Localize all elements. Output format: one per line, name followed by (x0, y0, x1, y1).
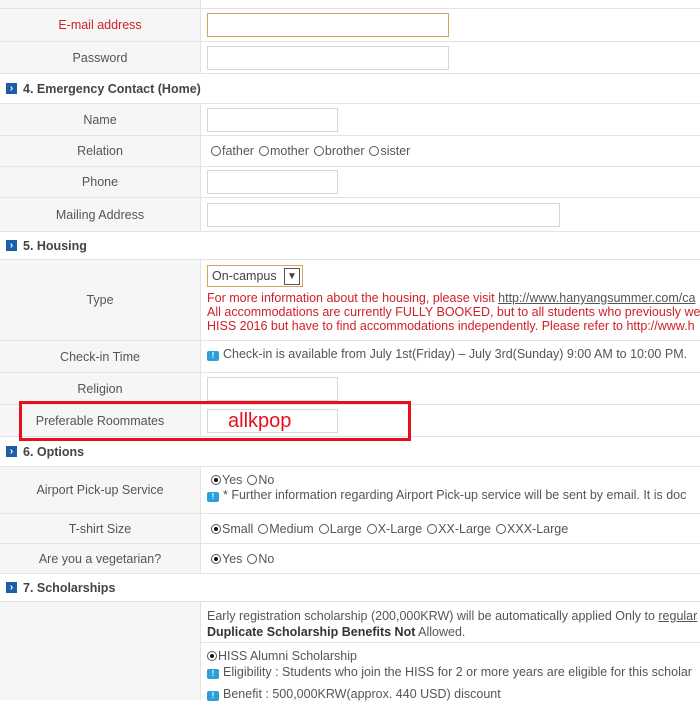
airport-label: Airport Pick-up Service (0, 467, 201, 513)
duplicate-bold-text: Duplicate Scholarship Benefits Not (207, 625, 416, 639)
vegetarian-row: Are you a vegetarian? Yes No (0, 544, 700, 574)
info-icon: ! (207, 492, 219, 502)
religion-label: Religion (0, 373, 201, 404)
tshirt-xlarge-radio[interactable]: X-Large (366, 522, 422, 536)
name-input[interactable] (207, 107, 338, 132)
email-row: E-mail address (0, 9, 700, 42)
vegetarian-yes-radio[interactable]: Yes (211, 552, 242, 566)
tshirt-row: T-shirt Size Small Medium Large X-Large … (0, 514, 700, 544)
airport-row: Airport Pick-up Service Yes No ! * Further… (0, 467, 700, 514)
chevron-down-icon: ▼ (284, 267, 300, 285)
tshirt-xxlarge-radio[interactable]: XX-Large (427, 522, 491, 536)
section-title: 7. Scholarships (23, 580, 116, 595)
mailing-label: Mailing Address (0, 198, 201, 231)
tshirt-medium-radio[interactable]: Medium (258, 522, 314, 536)
section-title: 6. Options (23, 444, 85, 459)
checkin-label: Check-in Time (0, 341, 201, 372)
scholarship-row: Early registration scholarship (200,000K… (0, 602, 700, 701)
phone-label: Phone (0, 167, 201, 197)
highlight-box (19, 401, 411, 441)
info-icon: ! (207, 669, 219, 679)
chevron-right-icon: › (6, 446, 17, 457)
relation-father-radio[interactable]: father (211, 144, 254, 158)
housing-link[interactable]: http://www.hanyangsummer.com/ca (498, 291, 695, 305)
name-row: Name (0, 104, 700, 136)
vegetarian-label: Are you a vegetarian? (0, 544, 201, 573)
vegetarian-no-radio[interactable]: No (247, 552, 274, 566)
info-icon: ! (207, 351, 219, 361)
tshirt-large-radio[interactable]: Large (318, 522, 362, 536)
section-title: 4. Emergency Contact (Home) (23, 81, 201, 96)
section-title: 5. Housing (23, 238, 87, 253)
chevron-right-icon: › (6, 83, 17, 94)
password-input[interactable] (207, 45, 449, 70)
airport-no-radio[interactable]: No (247, 473, 274, 487)
airport-info: * Further information regarding Airport … (223, 488, 687, 502)
benefit-text: Benefit : 500,000KRW(approx. 440 USD) di… (223, 687, 501, 701)
relation-mother-radio[interactable]: mother (258, 144, 309, 158)
top-row (0, 0, 700, 9)
email-input[interactable] (207, 13, 449, 37)
relation-sister-radio[interactable]: sister (369, 144, 410, 158)
type-label: Type (0, 260, 201, 340)
phone-input[interactable] (207, 170, 338, 194)
phone-row: Phone (0, 167, 700, 198)
password-label: Password (0, 42, 201, 73)
mailing-address-input[interactable] (207, 202, 560, 227)
section-options: › 6. Options (0, 437, 700, 467)
email-label: E-mail address (0, 9, 201, 41)
religion-input[interactable] (207, 376, 338, 401)
checkin-row: Check-in Time ! Check-in is available fro… (0, 341, 700, 373)
chevron-right-icon: › (6, 240, 17, 251)
tshirt-label: T-shirt Size (0, 514, 201, 543)
alumni-scholarship-radio[interactable]: HISS Alumni Scholarship (207, 648, 692, 664)
name-label: Name (0, 104, 201, 135)
tshirt-small-radio[interactable]: Small (211, 522, 253, 536)
housing-type-select[interactable]: On-campus ▼ (207, 265, 303, 287)
eligibility-text: Eligibility : Students who join the HISS… (223, 665, 692, 679)
relation-row: Relation father mother brother sister (0, 136, 700, 167)
relation-label: Relation (0, 136, 201, 166)
section-emergency-contact: › 4. Emergency Contact (Home) (0, 74, 700, 104)
mailing-row: Mailing Address (0, 198, 700, 232)
section-scholarships: › 7. Scholarships (0, 574, 700, 602)
housing-booked-notice: All accommodations are currently FULLY B… (207, 305, 700, 319)
type-row: Type On-campus ▼ For more information abo… (0, 260, 700, 341)
airport-yes-radio[interactable]: Yes (211, 473, 242, 487)
checkin-info: Check-in is available from July 1st(Frid… (223, 347, 688, 361)
early-registration-text: Early registration scholarship (200,000K… (207, 609, 659, 623)
tshirt-xxxlarge-radio[interactable]: XXX-Large (496, 522, 568, 536)
duplicate-rest-text: Allowed. (415, 625, 466, 639)
password-row: Password (0, 42, 700, 74)
chevron-right-icon: › (6, 582, 17, 593)
housing-info: For more information about the housing, … (207, 291, 499, 305)
section-housing: › 5. Housing (0, 232, 700, 260)
housing-refer-notice: HISS 2016 but have to find accommodation… (207, 319, 695, 333)
relation-brother-radio[interactable]: brother (313, 144, 364, 158)
regular-link[interactable]: regular (658, 609, 697, 623)
